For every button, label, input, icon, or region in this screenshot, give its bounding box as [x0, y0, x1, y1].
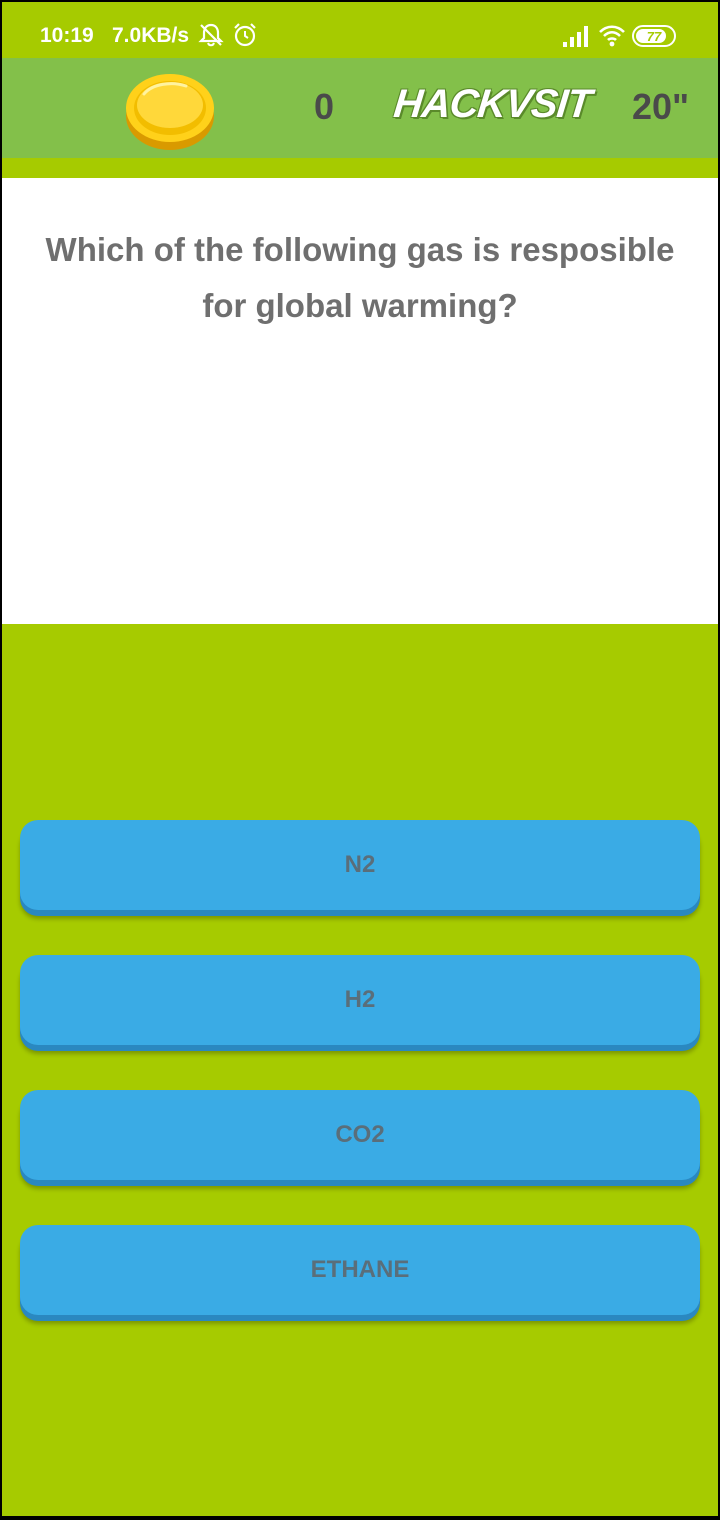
countdown-timer: 20": [632, 86, 690, 127]
answer-button-4[interactable]: ETHANE: [20, 1225, 700, 1315]
silent-mode-icon: [198, 22, 224, 53]
answer-label: H2: [344, 986, 376, 1013]
network-speed: 7.0KB/s: [112, 24, 190, 47]
answer-label: N2: [344, 851, 376, 878]
status-time: 10:19: [40, 24, 94, 47]
answer-button-1[interactable]: N2: [20, 820, 700, 910]
quiz-header: 0 HACKVSIT 20": [2, 58, 718, 158]
app-logo: HACKVSIT: [391, 82, 593, 126]
answer-label: ETHANE: [310, 1256, 410, 1283]
status-bar: 10:19 7.0KB/s 77: [2, 2, 718, 58]
battery-level: 77: [646, 28, 662, 44]
alarm-clock-icon: [232, 22, 258, 53]
quiz-screen: 10:19 7.0KB/s 77 0 HACKVSIT 20" Which of…: [2, 2, 718, 1516]
gold-coin-icon: [122, 64, 218, 159]
question-text: Which of the following gas is resposible…: [45, 231, 675, 324]
answer-label: CO2: [335, 1121, 385, 1148]
answer-button-2[interactable]: H2: [20, 955, 700, 1045]
wifi-icon: [598, 24, 626, 53]
score: 0: [313, 86, 335, 127]
battery-icon: 77: [632, 25, 676, 47]
signal-strength-icon: [562, 24, 590, 53]
answer-button-3[interactable]: CO2: [20, 1090, 700, 1180]
question-panel: Which of the following gas is resposible…: [2, 178, 718, 624]
header-divider: [2, 158, 718, 178]
